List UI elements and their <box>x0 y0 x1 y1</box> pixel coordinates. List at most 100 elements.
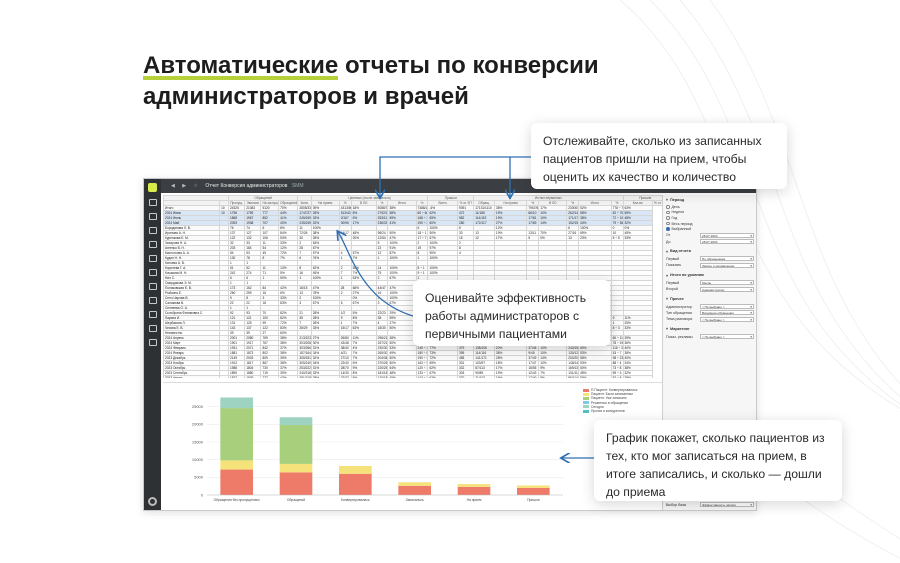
x-category-label: На прием <box>467 498 482 502</box>
table-row[interactable]: 2023 Август 1827 1929 772 43% 281/218 28% 22/37… <box>163 375 668 378</box>
lv-row1-select[interactable]: Месяц <box>700 280 754 286</box>
to-date-input[interactable]: 28.07.2024 <box>700 239 754 245</box>
users-icon[interactable] <box>148 283 157 290</box>
legend-item[interactable]: Прочих и конкурентов <box>583 409 637 413</box>
bottom-select[interactable]: Эффективность записи <box>700 502 754 508</box>
bar-segment[interactable] <box>279 417 313 426</box>
table-cell: 62 ÷ 70 <box>610 210 624 216</box>
back-arrow-icon[interactable]: ◀ <box>171 179 175 193</box>
marketing-title: Маркетинг <box>670 326 690 331</box>
list-icon[interactable] <box>148 213 157 220</box>
bar-segment[interactable] <box>457 484 491 487</box>
table-cell: 29% <box>622 375 654 378</box>
period-option-label: Неделя <box>671 210 685 215</box>
period-options: День Неделя Год Весь период Выбранный <box>666 204 754 232</box>
bar-segment[interactable] <box>220 460 253 470</box>
from-date-input[interactable]: 28.07.2023 <box>700 232 754 239</box>
table-cell: 50% <box>578 375 612 378</box>
radio-icon[interactable] <box>666 205 670 209</box>
table-cell: 152/156 <box>566 220 580 226</box>
period-section: ▾ Период День Неделя Год Весь период Выбранны… <box>663 195 756 247</box>
column-header[interactable]: % от ЗП <box>456 200 475 206</box>
legend-swatch <box>583 409 589 413</box>
legend-swatch <box>583 405 589 409</box>
f-row2-select[interactable]: Входящие обращения <box>700 310 754 316</box>
table-cell: 253/222 <box>297 365 312 371</box>
table-cell: 303/208 <box>297 340 312 346</box>
to-label: До <box>666 239 671 244</box>
bar-segment[interactable] <box>517 487 550 495</box>
document-icon[interactable] <box>148 241 157 248</box>
radio-icon[interactable] <box>666 227 670 231</box>
table-cell: 71/102 <box>473 375 495 378</box>
table-cell: 236/338 <box>375 220 389 226</box>
table-cell: 204/340 <box>375 355 389 361</box>
m-row1-select[interactable]: < Не выбрано > <box>700 334 754 340</box>
rt-row2-select[interactable]: Запись и направление <box>700 262 754 269</box>
m-row1-label: Показ. рекламы <box>666 334 693 339</box>
bar-segment[interactable] <box>220 469 253 495</box>
x-category-label: Конвертировались <box>341 498 370 502</box>
help-icon[interactable] <box>148 339 157 346</box>
star-icon[interactable]: ☆ <box>194 179 198 193</box>
notes-icon[interactable] <box>148 325 157 332</box>
table-cell: 513/40 <box>338 210 352 216</box>
bar-segment[interactable] <box>339 466 372 474</box>
table-cell: 163 ÷ 9 <box>415 360 429 366</box>
card-icon[interactable] <box>148 255 157 262</box>
chart-icon[interactable] <box>148 269 157 276</box>
lv-row2-select[interactable]: Администратор <box>700 286 754 293</box>
period-option-label: Год <box>671 215 678 220</box>
sidebar <box>144 179 161 510</box>
legend-swatch <box>583 401 589 405</box>
rt-row2-label: Показать <box>666 263 682 268</box>
table-cell: 96/114 <box>566 375 580 378</box>
table-cell: 45% <box>387 375 417 378</box>
column-header[interactable]: Обращений <box>278 200 299 206</box>
table-cell: 131/118 <box>566 370 580 376</box>
report-icon[interactable] <box>148 199 157 206</box>
app-logo-icon[interactable] <box>148 183 157 192</box>
shield-icon[interactable] <box>148 311 157 318</box>
y-tick-label: 5000 <box>194 475 204 480</box>
table-cell: 245/249 <box>297 215 312 221</box>
column-header[interactable]: Пропущ. <box>227 200 246 206</box>
bar-segment[interactable] <box>517 485 550 488</box>
bar-segment[interactable] <box>220 397 253 409</box>
bar-segment[interactable] <box>279 425 313 464</box>
calendar-icon[interactable] <box>148 227 157 234</box>
table-cell: 116 ÷ 3 <box>610 345 624 351</box>
gear-icon[interactable] <box>148 497 157 506</box>
bar-segment[interactable] <box>279 472 313 495</box>
table-cell: 262/142 <box>566 210 580 216</box>
table-cell: 2792/290 <box>375 210 389 216</box>
bar-segment[interactable] <box>339 473 372 495</box>
f-row3-select[interactable]: < Не выбрано > <box>700 316 754 323</box>
radio-icon[interactable] <box>666 210 670 215</box>
f-row1-select[interactable]: < Не выбрано > <box>700 304 754 310</box>
bar-segment[interactable] <box>279 463 313 473</box>
column-header[interactable]: На заглушку <box>260 200 280 206</box>
rt-row1-select[interactable]: По обращениям <box>700 256 754 262</box>
table-cell: 235/249 <box>297 220 312 226</box>
monitor-icon[interactable] <box>148 297 157 304</box>
callout-tracking: Отслеживайте, сколько из записанных паци… <box>531 123 787 189</box>
radio-icon[interactable] <box>666 216 670 220</box>
bar-segment[interactable] <box>457 486 491 495</box>
y-tick-label: 10000 <box>192 457 204 462</box>
forward-arrow-icon[interactable]: ▶ <box>182 179 186 193</box>
y-tick-label: 15000 <box>192 439 204 444</box>
period-option-label: День <box>671 204 680 209</box>
bar-segment[interactable] <box>398 482 431 486</box>
table-cell: 52 ÷ 8 <box>610 375 624 378</box>
table-cell: 23000/3466 <box>566 205 580 211</box>
table-cell: 148/142 <box>566 360 580 366</box>
column-header[interactable]: Звонков <box>244 200 262 206</box>
table-cell: 180 ÷ 8 <box>415 350 429 356</box>
radio-icon[interactable] <box>666 221 670 226</box>
table-cell: 72 ÷ 10 <box>610 215 624 221</box>
bar-segment[interactable] <box>398 485 431 495</box>
legend-swatch <box>583 388 589 392</box>
bar-segment[interactable] <box>220 408 253 461</box>
headline-line2: администраторов и врачей <box>143 83 469 110</box>
